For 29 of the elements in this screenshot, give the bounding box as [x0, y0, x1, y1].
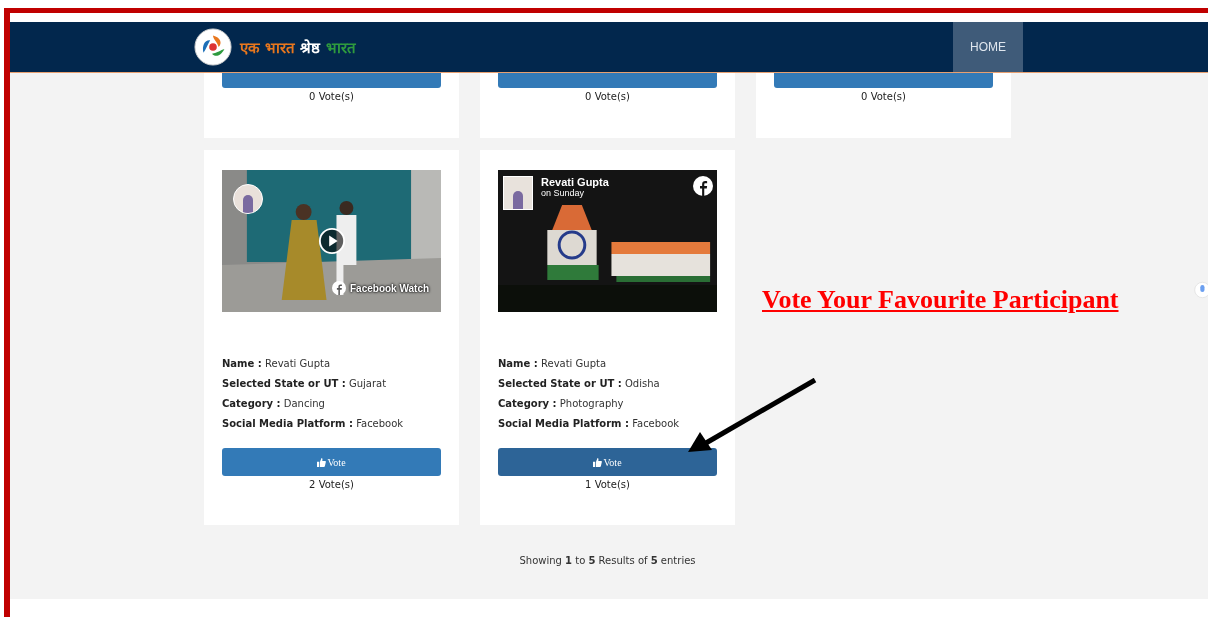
results-summary: Showing 1 to 5 Results of 5 entries	[518, 554, 697, 566]
facebook-icon	[332, 281, 346, 295]
detail-text: Category : Dancing	[222, 397, 326, 411]
detail-text: Name : Revati Gupta	[222, 357, 332, 371]
avatar-icon	[503, 176, 533, 210]
site-title[interactable]: एक भारत श्रेष्ठ भारत	[240, 37, 356, 57]
play-icon[interactable]	[318, 227, 346, 255]
thumbs-up-icon	[317, 457, 327, 467]
vote-count: 2 Vote(s)	[308, 479, 355, 490]
vote-button[interactable]: Vote	[498, 448, 717, 476]
author-name[interactable]: Revati Gupta	[541, 176, 609, 188]
nav-tab[interactable]: HOME	[953, 22, 1023, 72]
detail-text: Name : Revati Gupta	[498, 357, 608, 371]
vote-count: 0 Vote(s)	[860, 91, 907, 102]
vote-count: 0 Vote(s)	[308, 91, 355, 102]
video-source: Facebook Watch	[350, 282, 430, 294]
vote-button[interactable]: Vote	[222, 448, 441, 476]
vote-count: 0 Vote(s)	[584, 91, 631, 102]
annotation-text: Vote Your Favourite Participant	[762, 285, 1119, 315]
detail-text: Social Media Platform : Facebook	[222, 417, 405, 431]
logo-icon	[194, 28, 232, 66]
detail-text: Selected State or UT : Odisha	[498, 377, 661, 391]
facebook-icon[interactable]	[693, 176, 713, 196]
detail-text: Social Media Platform : Facebook	[498, 417, 681, 431]
detail-text: Selected State or UT : Gujarat	[222, 377, 388, 391]
post-time: on Sunday	[541, 188, 586, 198]
detail-text: Category : Photography	[498, 397, 625, 411]
thumbs-up-icon	[593, 457, 603, 467]
vote-count: 1 Vote(s)	[584, 479, 631, 490]
